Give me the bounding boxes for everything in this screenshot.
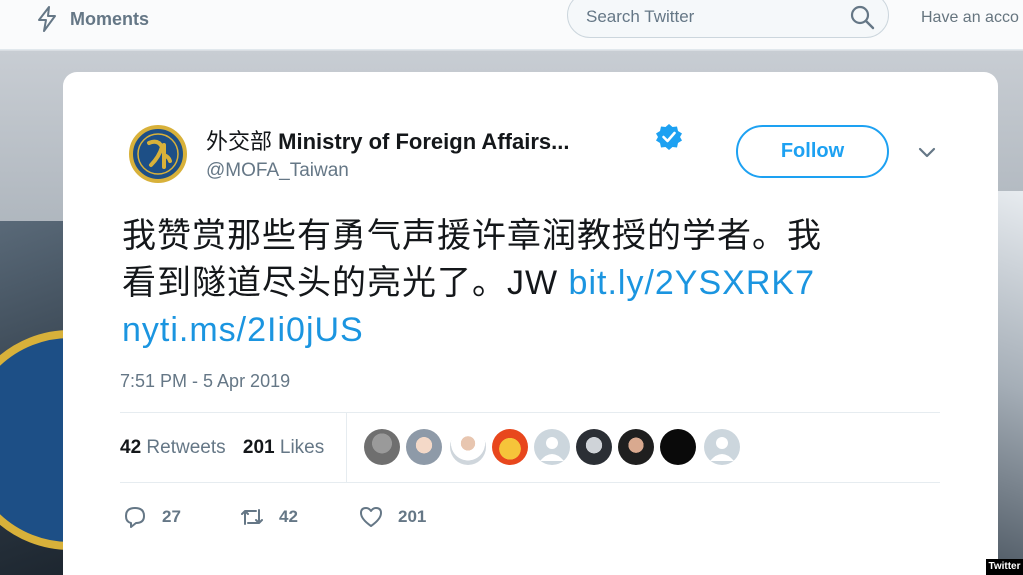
default-avatar-icon [710,437,734,461]
account-prompt[interactable]: Have an acco [921,9,1019,27]
chevron-down-icon[interactable] [917,145,937,159]
retweet-icon [241,509,263,525]
reply-icon [125,507,145,528]
tweet-link-bitly[interactable]: bit.ly/2YSXRK7 [569,264,815,302]
tweet-text: 我赞赏那些有勇气声援许章润教授的学者。我 看到隧道尽头的亮光了。JW bit.l… [122,213,922,354]
verified-badge-icon [656,124,682,150]
display-name[interactable]: 外交部 Ministry of Foreign Affairs... [206,124,569,156]
retweets-label: Retweets [146,437,226,458]
display-name-chinese: 外交部 [206,129,273,154]
likes-count: 201 [242,437,275,458]
tweet-text-line1: 我赞赏那些有勇气声援许章润教授的学者。我 [122,217,822,255]
tweet-text-line2: 看到隧道尽头的亮光了。JW [122,264,569,302]
follow-button[interactable]: Follow [736,125,889,178]
search-icon[interactable] [849,4,875,30]
like-action-count: 201 [398,507,427,526]
divider [120,412,940,413]
divider [346,413,347,482]
default-avatar-icon [540,437,564,461]
search-box[interactable] [567,0,889,38]
retweet-action-count: 42 [279,507,298,526]
divider [120,482,940,483]
source-watermark: Twitter [986,559,1023,575]
tweet-link-nyti[interactable]: nyti.ms/2Ii0jUS [122,311,364,349]
retweet-button[interactable]: 42 [239,503,298,531]
tweet-stats: 42 Retweets 201 Likes [120,437,324,459]
liker-avatar[interactable] [406,429,442,465]
search-input[interactable] [586,5,836,29]
moments-label: Moments [70,8,150,29]
display-name-english: Ministry of Foreign Affairs... [278,129,570,154]
liker-avatar[interactable] [364,429,400,465]
likes-label: Likes [279,437,325,458]
like-button[interactable]: 201 [358,503,426,531]
likes-stat[interactable]: 201 Likes [243,437,324,458]
retweets-count: 42 [120,437,142,458]
user-handle[interactable]: @MOFA_Taiwan [206,160,349,182]
retweets-stat[interactable]: 42 Retweets [120,437,226,458]
liker-avatar[interactable] [450,429,486,465]
liker-avatar[interactable] [704,429,740,465]
top-nav-bar: Moments Have an acco [0,0,1023,50]
lightning-icon [38,6,56,32]
heart-icon [360,507,382,527]
moments-link[interactable]: Moments [36,6,149,32]
avatar[interactable] [129,121,187,187]
reply-button[interactable]: 27 [122,503,181,531]
liker-avatar[interactable] [492,429,528,465]
liker-avatar[interactable] [576,429,612,465]
liker-avatar[interactable] [618,429,654,465]
reply-count: 27 [162,507,181,526]
liker-avatar[interactable] [660,429,696,465]
tweet-timestamp[interactable]: 7:51 PM - 5 Apr 2019 [120,371,290,392]
liker-avatar[interactable] [534,429,570,465]
